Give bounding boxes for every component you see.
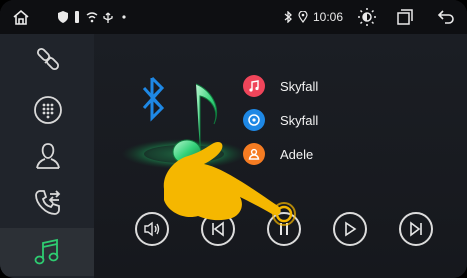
pointing-hand-icon <box>163 141 281 221</box>
dialpad-icon <box>34 95 62 124</box>
sidebar <box>0 34 94 278</box>
shield-icon <box>58 0 68 34</box>
song-title: Skyfall <box>280 78 319 94</box>
usb-trident-icon <box>103 0 113 34</box>
next-button[interactable] <box>399 212 433 246</box>
next-icon <box>410 221 422 237</box>
music-note-icon <box>34 238 59 265</box>
song-title: Skyfall <box>280 112 319 128</box>
home-icon[interactable] <box>12 0 30 34</box>
status-bar: 10:06 <box>0 0 467 34</box>
location-icon <box>298 0 308 34</box>
music-note-icon <box>243 75 265 97</box>
back-arrow-icon[interactable] <box>437 0 455 34</box>
list-item[interactable]: Skyfall <box>243 74 318 98</box>
music-panel: Skyfall Skyfall Adele <box>94 34 467 278</box>
link-icon <box>36 47 60 70</box>
disc-icon <box>243 109 265 131</box>
usb-icon <box>74 0 80 34</box>
sidebar-item-link[interactable] <box>8 38 88 81</box>
bluetooth-icon <box>283 0 293 34</box>
play-button[interactable] <box>333 212 367 246</box>
clock: 10:06 <box>313 10 344 24</box>
sidebar-item-contacts[interactable] <box>8 134 88 177</box>
dot-icon <box>122 0 126 34</box>
contacts-icon <box>36 142 60 169</box>
play-icon <box>345 221 357 237</box>
sidebar-item-dialpad[interactable] <box>8 88 88 131</box>
call-transfer-icon <box>35 189 61 215</box>
brightness-icon[interactable] <box>357 0 377 34</box>
sidebar-item-music[interactable] <box>0 228 94 276</box>
artist-name: Adele <box>280 146 314 162</box>
recent-apps-icon[interactable] <box>397 0 413 34</box>
screen: 10:06 Skyfall Skyfall Adele <box>0 0 467 278</box>
list-item[interactable]: Skyfall <box>243 108 318 132</box>
sidebar-item-call-transfer[interactable] <box>8 180 88 223</box>
wifi-icon <box>86 0 98 34</box>
